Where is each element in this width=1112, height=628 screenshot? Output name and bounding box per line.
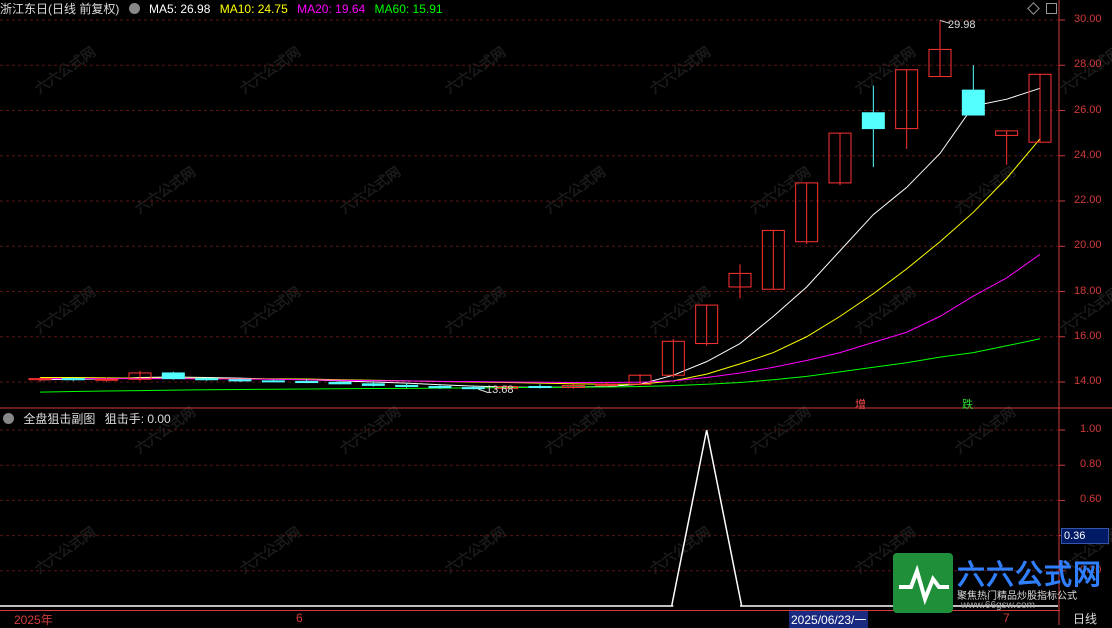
candle-body [295,381,319,384]
ma-line-ma10 [40,138,1041,385]
candle-body [395,384,419,388]
low-price-label: 13.68 [486,384,514,396]
price-tick-label: 26.00 [1074,103,1102,116]
site-logo: 六六公式网 聚焦热门精品炒股指标公式 www.66gsw.com [893,553,1112,613]
candle-body [328,381,352,385]
candle-body [195,378,219,381]
ma-line-ma5 [39,87,1041,388]
time-label-start: 2025年 [14,613,53,627]
high-price-label: 29.98 [948,19,976,31]
candle-body [61,378,85,381]
marker-up: 增 [855,399,866,411]
indicator-tick-label: 0.80 [1080,458,1102,471]
logo-url: www.66gsw.com [961,600,1035,611]
price-tick-label: 30.00 [1074,13,1102,25]
candle-body [95,378,119,381]
price-tick-label: 22.00 [1074,194,1102,206]
candle-body [461,387,485,390]
price-tick-label: 14.00 [1074,375,1102,387]
candle-body [261,380,285,383]
candle-body [361,383,385,386]
indicator-tick-label: 0.60 [1080,493,1102,506]
candle-body [528,386,552,389]
candle-body [161,372,185,380]
time-cursor-date: 2025/06/23/一 [789,611,869,628]
price-tick-label: 16.00 [1074,329,1102,342]
price-tick-label: 18.00 [1074,284,1102,297]
ma-line-ma60 [39,338,1041,393]
candle-body [861,112,885,130]
candle-body [428,386,452,389]
candle-body [961,89,985,116]
price-tick-label: 24.00 [1074,148,1102,161]
logo-mark [893,553,953,613]
candle-body [228,379,252,382]
price-tick-label: 20.00 [1074,239,1102,252]
ma-line-ma20 [40,253,1041,383]
cursor-value-box: 0.36 [1061,528,1109,544]
price-tick-label: 28.00 [1074,58,1102,71]
logo-pulse-icon [899,564,949,606]
marker-down: 跌 [962,399,973,411]
indicator-tick-label: 1.00 [1080,423,1102,435]
time-label-july: 7 [1003,611,1010,625]
price-chart[interactable] [0,0,1112,625]
time-label-june: 6 [296,611,303,625]
